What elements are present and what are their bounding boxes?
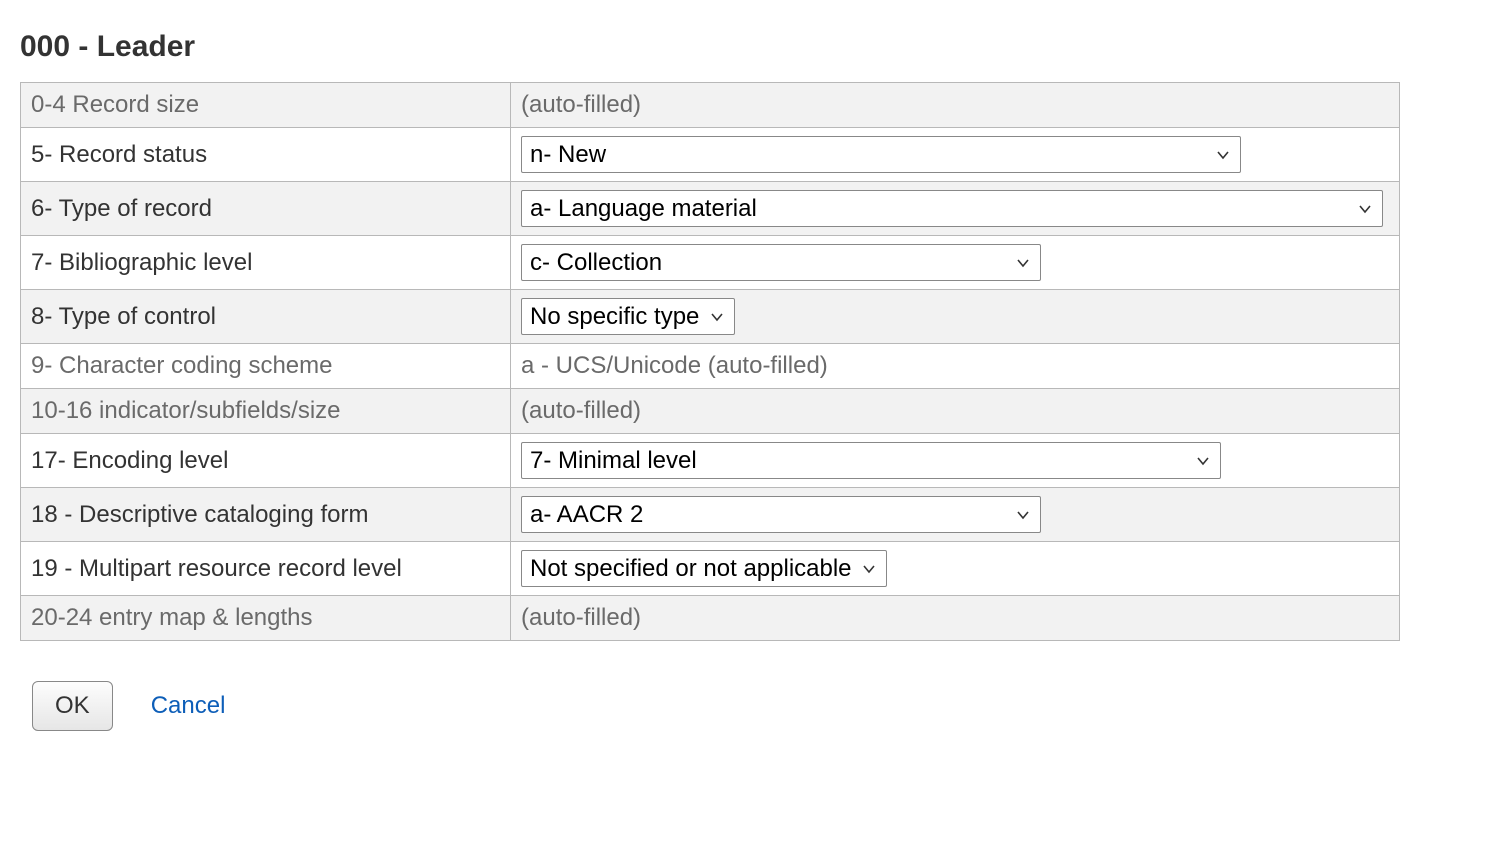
row-type-of-control: 8- Type of control No specific type	[21, 290, 1400, 344]
select-encoding-level[interactable]: 7- Minimal level	[521, 442, 1221, 479]
value-cell-encoding-level: 7- Minimal level	[511, 434, 1400, 488]
label-type-of-control: 8- Type of control	[21, 290, 511, 344]
value-cell-bibliographic-level: c- Collection	[511, 236, 1400, 290]
row-indicator-subfields-size: 10-16 indicator/subfields/size(auto-fill…	[21, 389, 1400, 434]
ok-button[interactable]: OK	[32, 681, 113, 731]
actions-bar: OK Cancel	[20, 681, 1483, 731]
label-record-size: 0-4 Record size	[21, 83, 511, 128]
row-entry-map-lengths: 20-24 entry map & lengths(auto-filled)	[21, 596, 1400, 641]
value-cell-descr-catalog-form: a- AACR 2	[511, 488, 1400, 542]
select-type-of-record[interactable]: a- Language material	[521, 190, 1383, 227]
label-indicator-subfields-size: 10-16 indicator/subfields/size	[21, 389, 511, 434]
value-cell-type-of-record: a- Language material	[511, 182, 1400, 236]
row-multipart-level: 19 - Multipart resource record level Not …	[21, 542, 1400, 596]
row-record-size: 0-4 Record size(auto-filled)	[21, 83, 1400, 128]
row-descr-catalog-form: 18 - Descriptive cataloging form a- AACR …	[21, 488, 1400, 542]
value-cell-entry-map-lengths: (auto-filled)	[511, 596, 1400, 641]
select-descr-catalog-form[interactable]: a- AACR 2	[521, 496, 1041, 533]
value-cell-indicator-subfields-size: (auto-filled)	[511, 389, 1400, 434]
row-bibliographic-level: 7- Bibliographic level c- Collection	[21, 236, 1400, 290]
value-cell-record-size: (auto-filled)	[511, 83, 1400, 128]
label-entry-map-lengths: 20-24 entry map & lengths	[21, 596, 511, 641]
label-bibliographic-level: 7- Bibliographic level	[21, 236, 511, 290]
value-cell-char-coding-scheme: a - UCS/Unicode (auto-filled)	[511, 344, 1400, 389]
row-char-coding-scheme: 9- Character coding schemea - UCS/Unicod…	[21, 344, 1400, 389]
label-multipart-level: 19 - Multipart resource record level	[21, 542, 511, 596]
label-record-status: 5- Record status	[21, 128, 511, 182]
value-cell-record-status: n- New	[511, 128, 1400, 182]
select-multipart-level[interactable]: Not specified or not applicable	[521, 550, 887, 587]
page-title: 000 - Leader	[20, 30, 1483, 64]
label-descr-catalog-form: 18 - Descriptive cataloging form	[21, 488, 511, 542]
cancel-link[interactable]: Cancel	[151, 692, 226, 720]
select-bibliographic-level[interactable]: c- Collection	[521, 244, 1041, 281]
row-encoding-level: 17- Encoding level 7- Minimal level	[21, 434, 1400, 488]
leader-table: 0-4 Record size(auto-filled)5- Record st…	[20, 82, 1400, 641]
value-cell-type-of-control: No specific type	[511, 290, 1400, 344]
select-record-status[interactable]: n- New	[521, 136, 1241, 173]
row-type-of-record: 6- Type of record a- Language material	[21, 182, 1400, 236]
value-cell-multipart-level: Not specified or not applicable	[511, 542, 1400, 596]
label-type-of-record: 6- Type of record	[21, 182, 511, 236]
label-encoding-level: 17- Encoding level	[21, 434, 511, 488]
select-type-of-control[interactable]: No specific type	[521, 298, 735, 335]
row-record-status: 5- Record status n- New	[21, 128, 1400, 182]
label-char-coding-scheme: 9- Character coding scheme	[21, 344, 511, 389]
